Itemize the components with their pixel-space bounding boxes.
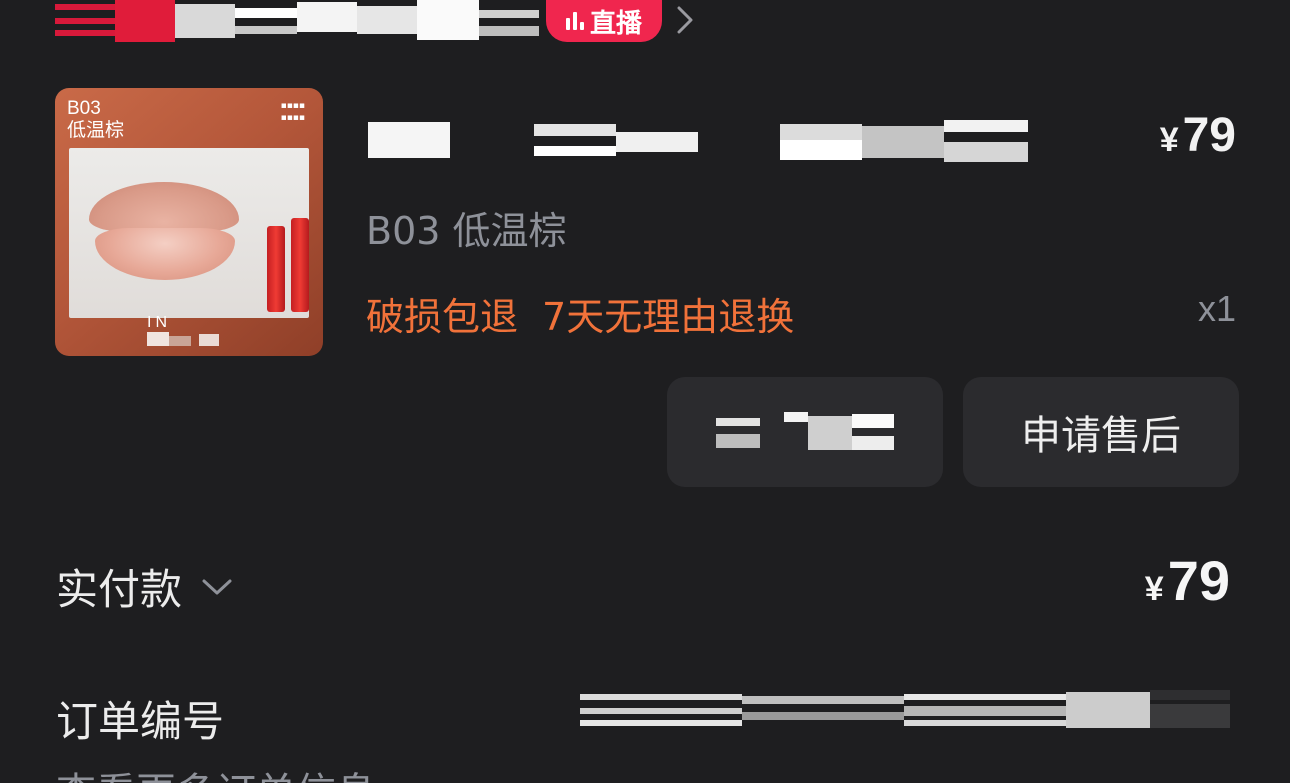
product-spec: B03 低温棕 — [366, 209, 567, 253]
lipstick-product — [291, 218, 309, 312]
live-badge[interactable]: 直播 — [546, 0, 662, 42]
service-tags: 破损包退 7天无理由退换 — [366, 286, 794, 341]
lipstick-product — [267, 226, 285, 312]
shop-name-redacted[interactable] — [55, 0, 540, 42]
product-title-redacted[interactable] — [368, 118, 1028, 164]
view-more-order-info-link[interactable]: 查看更多订单信息 — [56, 760, 376, 783]
thumbnail-lip-photo — [69, 148, 309, 318]
product-quantity: x1 — [1197, 288, 1236, 329]
thumbnail-corner-text: ▪▪▪▪ ▪▪▪▪ — [280, 101, 305, 123]
thumbnail-brand: IN — [147, 314, 171, 331]
service-tag: 破损包退 — [366, 295, 519, 339]
chevron-right-icon[interactable] — [672, 6, 698, 34]
thumbnail-brand-redacted — [147, 332, 237, 348]
order-number-label: 订单编号 — [56, 697, 225, 746]
action-button-redacted[interactable] — [667, 377, 943, 487]
product-price: ¥79 — [1159, 109, 1236, 162]
product-thumbnail[interactable]: B03 低温棕 ▪▪▪▪ ▪▪▪▪ IN — [55, 88, 323, 356]
paid-amount-label: 实付款 — [56, 565, 183, 614]
paid-amount-value: ¥79 — [1144, 549, 1230, 612]
button-label-redacted — [716, 412, 894, 452]
lip-lower — [95, 228, 235, 280]
live-badge-label: 直播 — [589, 8, 642, 39]
service-tag: 7天无理由退换 — [542, 295, 795, 339]
live-bars-icon — [565, 12, 584, 30]
order-detail-page: 直播 B03 低温棕 ▪▪▪▪ ▪▪▪▪ IN ¥79 B03 低温棕 破损包退… — [0, 0, 1290, 783]
thumbnail-shade-text: B03 低温棕 — [67, 98, 125, 141]
chevron-down-icon[interactable] — [200, 576, 234, 598]
paid-amount-row[interactable]: 实付款 — [56, 556, 234, 617]
order-number-redacted[interactable] — [580, 690, 1230, 732]
lip-upper — [89, 182, 239, 232]
after-sales-button[interactable]: 申请售后 — [963, 377, 1239, 487]
